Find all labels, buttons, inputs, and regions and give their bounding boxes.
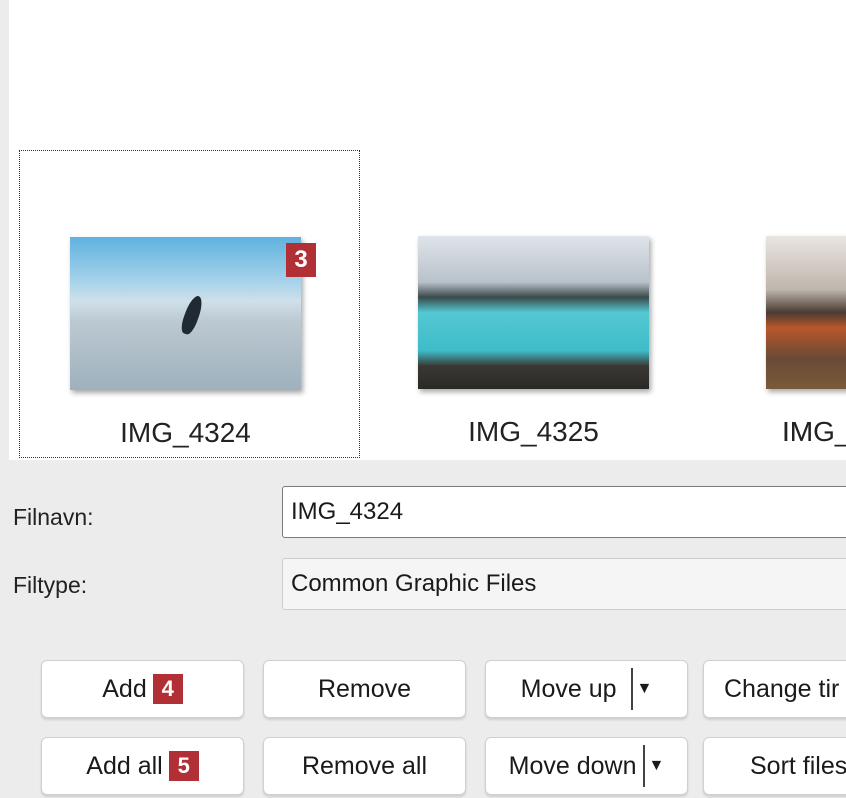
file-tile-img-4325[interactable]: IMG_4325	[367, 150, 708, 458]
file-tile-img-4324[interactable]: 3 IMG_4324	[19, 150, 360, 458]
add-all-button[interactable]: Add all 5	[41, 737, 244, 795]
thumbnail-image	[70, 237, 301, 390]
add-label: Add	[102, 674, 147, 703]
step-badge: 5	[168, 751, 199, 781]
remove-all-button[interactable]: Remove all	[263, 737, 466, 795]
remove-button[interactable]: Remove	[263, 660, 466, 718]
thumbnail-image	[418, 236, 649, 389]
move-up-label: Move up	[520, 674, 617, 703]
move-down-button[interactable]: Move down ▼	[485, 737, 688, 795]
step-badge: 4	[152, 674, 183, 704]
step-badge: 3	[286, 243, 316, 277]
chevron-down-icon[interactable]: ▼	[642, 745, 664, 787]
chevron-down-icon[interactable]: ▼	[630, 668, 652, 710]
change-time-button[interactable]: Change tir	[703, 660, 846, 718]
thumbnail-image	[766, 236, 846, 389]
file-name-visible-part: IM	[782, 416, 814, 447]
filetype-label: Filtype:	[13, 572, 88, 598]
file-tile-img-4326[interactable]: IMG_4326 IM	[715, 150, 846, 458]
move-up-button[interactable]: Move up ▼	[485, 660, 688, 718]
filename-label: Filnavn:	[13, 504, 94, 530]
whale-shape	[178, 293, 206, 337]
file-name: IMG_4325	[468, 416, 599, 447]
move-down-label: Move down	[508, 751, 637, 780]
filetype-select[interactable]: Common Graphic Files	[282, 558, 846, 610]
add-button[interactable]: Add 4	[41, 660, 244, 718]
filename-input[interactable]: IMG_4324	[282, 486, 846, 538]
add-all-label: Add all	[86, 751, 163, 780]
file-name: IMG_4324	[120, 417, 251, 448]
sort-files-button[interactable]: Sort files	[703, 737, 846, 795]
